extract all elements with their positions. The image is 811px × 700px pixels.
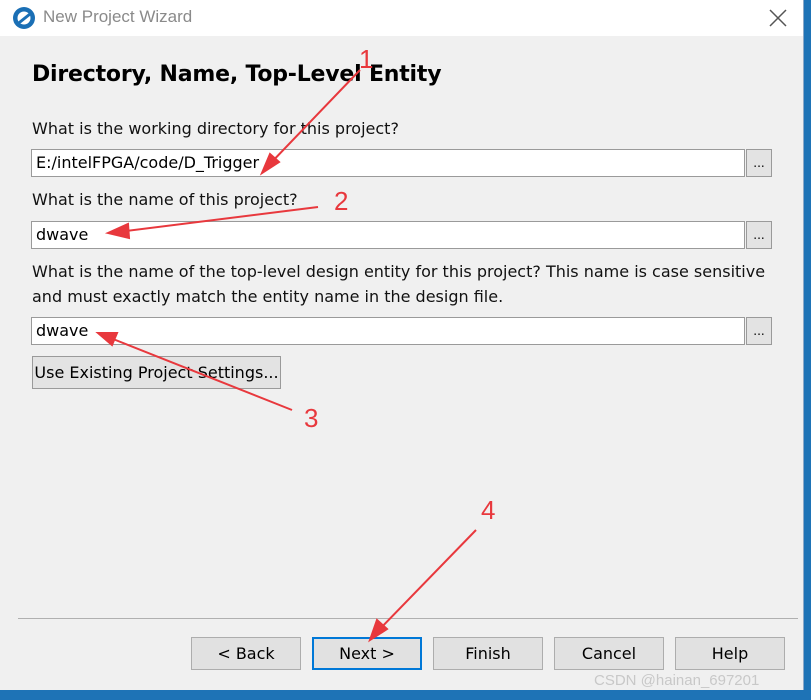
annotation-label-2: 2 bbox=[334, 186, 349, 216]
top-level-label-line1: What is the name of the top-level design… bbox=[32, 262, 766, 281]
back-button[interactable]: < Back bbox=[191, 637, 301, 670]
directory-input[interactable]: E:/intelFPGA/code/D_Trigger bbox=[31, 149, 745, 177]
annotation-label-1: 1 bbox=[359, 44, 374, 74]
annotation-label-3: 3 bbox=[304, 403, 319, 433]
top-level-entity-input[interactable]: dwave bbox=[31, 317, 745, 345]
page-title: Directory, Name, Top-Level Entity bbox=[32, 62, 442, 87]
annotation-label-4: 4 bbox=[481, 495, 496, 525]
next-button[interactable]: Next > bbox=[312, 637, 422, 670]
directory-label: What is the working directory for this p… bbox=[32, 119, 399, 138]
finish-button[interactable]: Finish bbox=[433, 637, 543, 670]
quartus-logo-icon bbox=[12, 6, 36, 30]
cancel-button[interactable]: Cancel bbox=[554, 637, 664, 670]
title-bar: New Project Wizard bbox=[0, 0, 803, 36]
footer-divider bbox=[18, 618, 798, 619]
new-project-wizard-window: New Project Wizard Directory, Name, Top-… bbox=[0, 0, 804, 690]
watermark-text: CSDN @hainan_697201 bbox=[594, 672, 760, 689]
project-name-input[interactable]: dwave bbox=[31, 221, 745, 249]
close-button[interactable] bbox=[760, 0, 796, 36]
directory-browse-button[interactable]: ... bbox=[746, 149, 772, 177]
project-name-browse-button[interactable]: ... bbox=[746, 221, 772, 249]
top-level-browse-button[interactable]: ... bbox=[746, 317, 772, 345]
close-icon bbox=[769, 9, 787, 27]
project-name-label: What is the name of this project? bbox=[32, 190, 298, 209]
window-title: New Project Wizard bbox=[43, 7, 193, 26]
top-level-label-line2: and must exactly match the entity name i… bbox=[32, 287, 504, 306]
help-button[interactable]: Help bbox=[675, 637, 785, 670]
use-existing-settings-button[interactable]: Use Existing Project Settings... bbox=[32, 356, 281, 389]
